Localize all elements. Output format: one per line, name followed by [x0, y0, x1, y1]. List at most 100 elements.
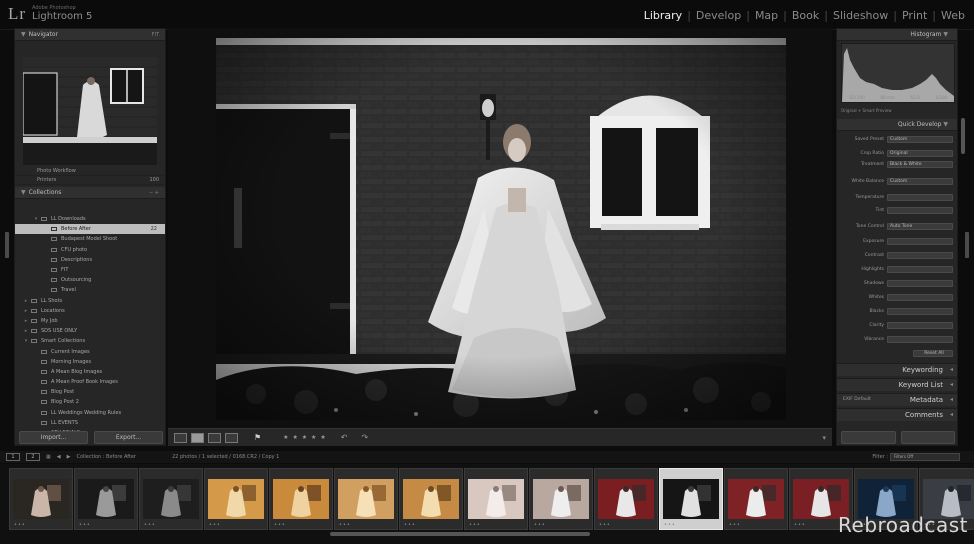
- folder-item[interactable]: Printers 100: [15, 176, 165, 185]
- crop-ratio-select[interactable]: Original: [887, 150, 953, 157]
- metadata-section[interactable]: EXIF Default Metadata ◂: [837, 393, 957, 406]
- filmstrip-thumbnail[interactable]: •••: [204, 468, 268, 530]
- collection-item[interactable]: ▸ Locations: [15, 306, 165, 316]
- module-book[interactable]: Book: [787, 9, 824, 22]
- reset-all-button[interactable]: Reset All: [913, 350, 953, 357]
- left-panel-toggle[interactable]: [5, 232, 9, 258]
- collection-item[interactable]: ▸ SDS USE ONLY: [15, 326, 165, 336]
- import-button[interactable]: Import...: [19, 431, 88, 444]
- disclosure-triangle-icon[interactable]: ▸: [23, 318, 29, 324]
- tone-stepper[interactable]: [887, 238, 953, 245]
- saved-preset-select[interactable]: Custom: [887, 136, 953, 143]
- filter-select[interactable]: Filters Off: [890, 453, 960, 461]
- sync-settings-button[interactable]: [900, 431, 955, 444]
- navigator-preview[interactable]: [23, 57, 157, 165]
- module-map[interactable]: Map: [750, 9, 783, 22]
- filmstrip-thumbnail[interactable]: •••: [659, 468, 723, 530]
- keywording-section[interactable]: Keywording ◂: [837, 363, 957, 376]
- collection-item[interactable]: ▾ Smart Collections: [15, 336, 165, 346]
- collections-header[interactable]: ▼ Collections − +: [15, 187, 165, 199]
- collection-item[interactable]: LL EVENTS: [15, 418, 165, 428]
- navigator-header[interactable]: ▼ Navigator FIT: [15, 29, 165, 41]
- right-panel-scrollbar[interactable]: [961, 118, 965, 154]
- collection-item[interactable]: ▸ My Job: [15, 316, 165, 326]
- collection-item[interactable]: Travel: [15, 285, 165, 295]
- collection-item[interactable]: ▸ LL Shots: [15, 296, 165, 306]
- source-breadcrumb[interactable]: Collection : Before After: [76, 454, 136, 460]
- tone-stepper[interactable]: [887, 336, 953, 343]
- star-rating[interactable]: ★ ★ ★ ★ ★: [283, 434, 327, 441]
- filmstrip-thumbnail[interactable]: •••: [724, 468, 788, 530]
- folder-item[interactable]: Photo Workflow: [15, 167, 165, 176]
- flag-icon[interactable]: ⚑: [254, 433, 261, 442]
- forward-arrow-icon[interactable]: ▶: [67, 454, 71, 460]
- loupe-view-icon[interactable]: [191, 432, 204, 443]
- histogram-header[interactable]: Histogram ▼: [837, 29, 957, 41]
- keyword-list-section[interactable]: Keyword List ◂: [837, 378, 957, 391]
- navigator-zoom[interactable]: FIT: [152, 32, 159, 38]
- disclosure-triangle-icon[interactable]: ▾: [23, 338, 29, 344]
- filmstrip-thumbnail[interactable]: •••: [399, 468, 463, 530]
- filmstrip-thumbnail[interactable]: •••: [9, 468, 73, 530]
- filmstrip-scrollbar[interactable]: [330, 532, 590, 536]
- sync-button[interactable]: [841, 431, 896, 444]
- white-balance-select[interactable]: Custom: [887, 178, 953, 185]
- disclosure-triangle-icon[interactable]: ▸: [23, 308, 29, 314]
- tone-stepper[interactable]: [887, 308, 953, 315]
- tone-stepper[interactable]: [887, 266, 953, 273]
- filmstrip-thumbnail[interactable]: •••: [594, 468, 658, 530]
- tone-stepper[interactable]: [887, 322, 953, 329]
- collection-item[interactable]: ▾ LL Downloads: [15, 214, 165, 224]
- filmstrip-thumbnail[interactable]: •••: [74, 468, 138, 530]
- auto-tone-button[interactable]: Auto Tone: [887, 223, 953, 230]
- export-button[interactable]: Export...: [94, 431, 163, 444]
- add-collection-icon[interactable]: − +: [149, 190, 159, 196]
- module-web[interactable]: Web: [936, 9, 970, 22]
- filmstrip-thumbnail[interactable]: •••: [269, 468, 333, 530]
- right-panel-toggle[interactable]: [965, 232, 969, 258]
- collection-item[interactable]: LL Weddings Wedding Rules: [15, 408, 165, 418]
- module-library[interactable]: Library: [639, 9, 687, 22]
- metadata-preset-select[interactable]: EXIF Default: [843, 394, 871, 406]
- tint-stepper[interactable]: [887, 207, 953, 214]
- tone-stepper[interactable]: [887, 294, 953, 301]
- collection-item[interactable]: Budapest Model Shoot: [15, 234, 165, 244]
- disclosure-triangle-icon[interactable]: ▾: [33, 216, 39, 222]
- disclosure-triangle-icon[interactable]: ▸: [23, 328, 29, 334]
- filmstrip-thumbnail[interactable]: •••: [529, 468, 593, 530]
- module-print[interactable]: Print: [897, 9, 932, 22]
- treatment-select[interactable]: Black & White: [887, 161, 953, 168]
- collection-item[interactable]: Current Images: [15, 346, 165, 356]
- secondary-display-1[interactable]: 1: [6, 453, 20, 461]
- grid-icon[interactable]: ▦: [46, 454, 51, 460]
- back-arrow-icon[interactable]: ◀: [57, 454, 61, 460]
- tone-stepper[interactable]: [887, 280, 953, 287]
- module-slideshow[interactable]: Slideshow: [828, 9, 893, 22]
- filmstrip-thumbnail[interactable]: •••: [464, 468, 528, 530]
- rotate-left-icon[interactable]: ↶: [341, 433, 348, 442]
- main-photo[interactable]: [216, 38, 786, 420]
- disclosure-triangle-icon[interactable]: ▸: [23, 298, 29, 304]
- filmstrip-thumbnail[interactable]: •••: [334, 468, 398, 530]
- secondary-display-2[interactable]: 2: [26, 453, 40, 461]
- quick-develop-header[interactable]: Quick Develop ▼: [837, 119, 957, 131]
- compare-view-icon[interactable]: [208, 432, 221, 443]
- toolbar-menu-chevron-icon[interactable]: ▾: [822, 434, 826, 442]
- collection-item[interactable]: Outsourcing: [15, 275, 165, 285]
- collection-item[interactable]: A Mean Proof Book Images: [15, 377, 165, 387]
- collection-item[interactable]: Morning Images: [15, 357, 165, 367]
- collection-item[interactable]: CFU photo: [15, 245, 165, 255]
- collection-item[interactable]: Blog Post: [15, 387, 165, 397]
- collection-item[interactable]: Descriptions: [15, 255, 165, 265]
- collection-item[interactable]: A Mean Blog Images: [15, 367, 165, 377]
- module-develop[interactable]: Develop: [691, 9, 746, 22]
- collection-item[interactable]: Blog Post 2: [15, 397, 165, 407]
- temperature-stepper[interactable]: [887, 194, 953, 201]
- filmstrip-thumbnail[interactable]: •••: [139, 468, 203, 530]
- grid-view-icon[interactable]: [174, 432, 187, 443]
- collection-item[interactable]: Before After 22: [15, 224, 165, 235]
- rotate-right-icon[interactable]: ↷: [361, 433, 368, 442]
- comments-section[interactable]: Comments ◂: [837, 408, 957, 421]
- survey-view-icon[interactable]: [225, 432, 238, 443]
- tone-stepper[interactable]: [887, 252, 953, 259]
